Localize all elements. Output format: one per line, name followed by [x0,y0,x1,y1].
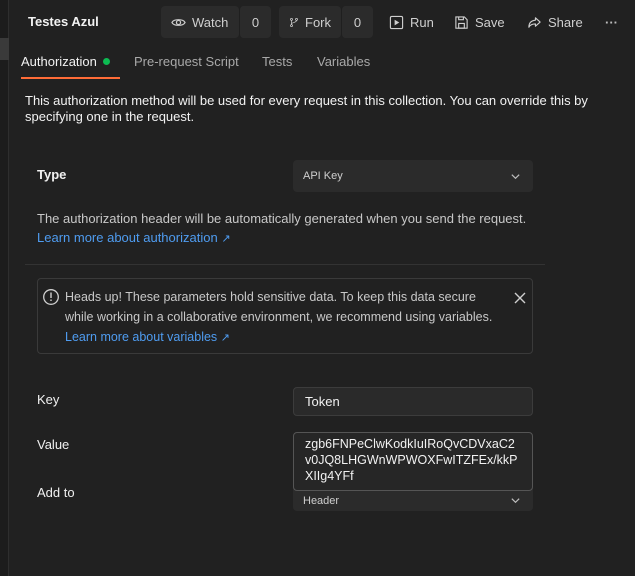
sensitive-data-alert: Heads up! These parameters hold sensitiv… [37,278,533,354]
play-icon [389,15,404,29]
learn-more-variables-link[interactable]: Learn more about variables ↗ [65,330,230,344]
sidebar-marker [0,38,9,60]
auth-description: This authorization method will be used f… [25,93,588,124]
auth-type-select[interactable]: API Key [293,160,533,192]
left-sidebar-strip [0,0,9,576]
watch-label: Watch [192,14,229,30]
collection-title: Testes Azul [28,14,99,29]
value-label: Value [37,437,70,452]
tab-tests[interactable]: Tests [262,54,292,69]
alert-text: Heads up! These parameters hold sensitiv… [65,287,505,348]
fork-count[interactable]: 0 [341,6,373,38]
auth-info: The authorization header will be automat… [37,209,547,249]
tab-authorization[interactable]: Authorization [21,54,110,69]
external-link-icon: ↗ [220,332,230,344]
more-options-icon[interactable]: ··· [605,6,618,38]
eye-icon [171,18,186,26]
tab-authorization-label: Authorization [21,54,97,69]
save-icon [455,15,468,29]
collection-header: Testes Azul Watch 0 Fork 0 Run Save Shar… [9,0,635,44]
save-button[interactable]: Save [454,6,505,38]
watch-button[interactable]: Watch [161,6,239,38]
section-divider [25,264,545,265]
key-label: Key [37,392,60,407]
run-label: Run [410,14,434,30]
auth-info-text: The authorization header will be automat… [37,211,527,226]
save-label: Save [475,14,505,30]
alert-info-icon [43,289,59,305]
add-to-value: Header [303,494,340,507]
share-button[interactable]: Share [527,6,583,38]
fork-button[interactable]: Fork [279,6,341,38]
tab-pre-request-script[interactable]: Pre-request Script [134,54,239,69]
status-dot-icon [102,58,110,65]
run-button[interactable]: Run [389,6,434,38]
value-input[interactable]: zgb6FNPeClwKodkIuIRoQvCDVxaC2v0JQ8LHGWnW… [293,432,533,491]
collection-tabs: Authorization Pre-request Script Tests V… [9,44,635,80]
auth-type-value: API Key [303,170,343,182]
close-icon[interactable] [513,291,527,305]
type-label: Type [37,167,67,182]
external-link-icon: ↗ [221,233,231,245]
learn-more-authorization-link[interactable]: Learn more about authorization ↗ [37,230,231,245]
fork-icon [290,17,298,27]
watch-count[interactable]: 0 [239,6,271,38]
share-icon [528,16,541,28]
share-label: Share [548,14,583,30]
tab-variables[interactable]: Variables [317,54,370,69]
key-input[interactable]: Token [293,387,533,416]
add-to-label: Add to [37,485,75,500]
alert-message: Heads up! These parameters hold sensitiv… [65,290,493,324]
learn-more-authorization-label: Learn more about authorization [37,230,218,245]
active-tab-indicator [21,77,120,79]
chevron-down-icon [511,498,520,504]
chevron-down-icon [511,173,520,179]
learn-more-variables-label: Learn more about variables [65,330,218,344]
fork-label: Fork [305,14,331,30]
